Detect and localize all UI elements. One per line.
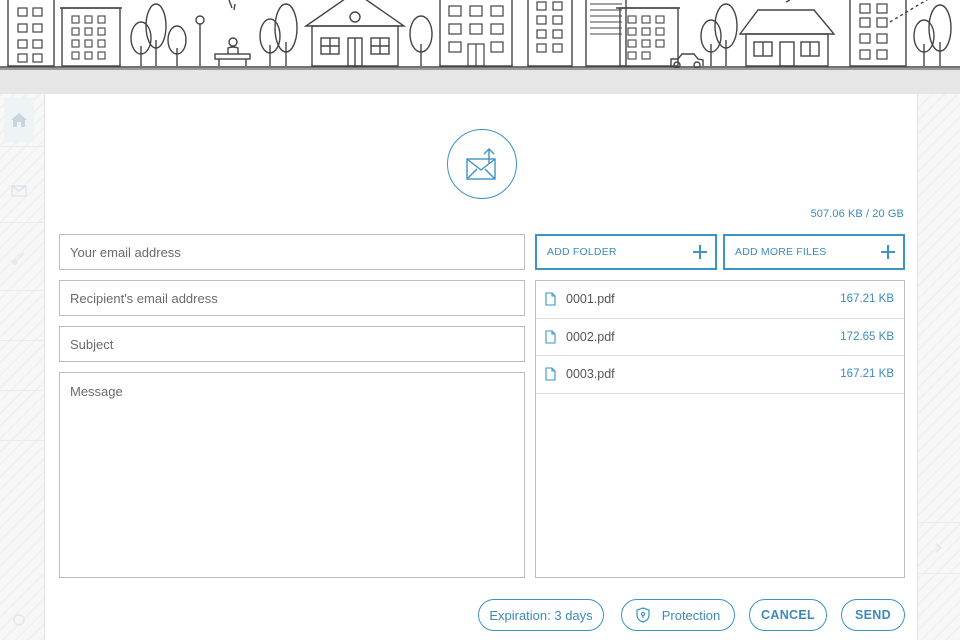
left-rail <box>0 94 44 640</box>
document-icon <box>545 330 557 344</box>
protection-label: Protection <box>661 607 721 623</box>
add-folder-button[interactable]: ADD FOLDER <box>535 234 717 270</box>
subject-placeholder: Subject <box>70 336 114 352</box>
plus-icon <box>881 245 895 259</box>
message-textarea[interactable]: Message <box>59 372 525 578</box>
file-row[interactable]: 0002.pdf 172.65 KB <box>536 319 904 356</box>
file-name: 0002.pdf <box>566 329 615 344</box>
storage-quota: 507.06 KB / 20 GB <box>810 208 904 220</box>
add-folder-label: ADD FOLDER <box>547 246 617 258</box>
send-label: SEND <box>855 608 891 622</box>
rail-icon-2[interactable] <box>4 168 34 212</box>
add-more-files-label: ADD MORE FILES <box>735 246 827 258</box>
add-more-files-button[interactable]: ADD MORE FILES <box>723 234 905 270</box>
subject-input[interactable]: Subject <box>59 326 525 362</box>
envelope-upload-icon <box>447 129 517 199</box>
send-button[interactable]: SEND <box>841 599 905 631</box>
cancel-label: CANCEL <box>761 608 815 622</box>
sender-email-placeholder: Your email address <box>70 244 181 260</box>
file-list: 0001.pdf 167.21 KB 0002.pdf 172.65 KB 00… <box>535 280 905 578</box>
file-size: 172.65 KB <box>840 330 894 343</box>
banner-divider <box>0 68 960 94</box>
file-row[interactable]: 0001.pdf 167.21 KB <box>536 281 904 319</box>
transfer-panel: 507.06 KB / 20 GB Your email address Rec… <box>44 94 918 640</box>
file-row[interactable]: 0003.pdf 167.21 KB <box>536 356 904 394</box>
recipient-email-placeholder: Recipient's email address <box>70 290 218 306</box>
recipient-email-input[interactable]: Recipient's email address <box>59 280 525 316</box>
file-size: 167.21 KB <box>840 368 894 381</box>
expiration-label: Expiration: 3 days <box>489 607 593 623</box>
rail-icon-3[interactable] <box>4 236 34 280</box>
right-rail <box>918 94 960 640</box>
message-placeholder: Message <box>70 384 123 399</box>
file-name: 0003.pdf <box>566 367 615 382</box>
rail-icon-bottom[interactable] <box>4 598 34 640</box>
document-icon <box>545 367 557 381</box>
file-name: 0001.pdf <box>566 292 615 307</box>
shield-icon <box>636 607 650 623</box>
file-size: 167.21 KB <box>840 293 894 306</box>
document-icon <box>545 292 557 306</box>
cancel-button[interactable]: CANCEL <box>749 599 827 631</box>
city-illustration-banner <box>0 0 960 68</box>
plus-icon <box>693 245 707 259</box>
protection-button[interactable]: Protection <box>621 599 735 631</box>
sender-email-input[interactable]: Your email address <box>59 234 525 270</box>
arrow-right-icon <box>918 522 960 574</box>
home-icon[interactable] <box>4 98 34 142</box>
expiration-button[interactable]: Expiration: 3 days <box>478 599 604 631</box>
